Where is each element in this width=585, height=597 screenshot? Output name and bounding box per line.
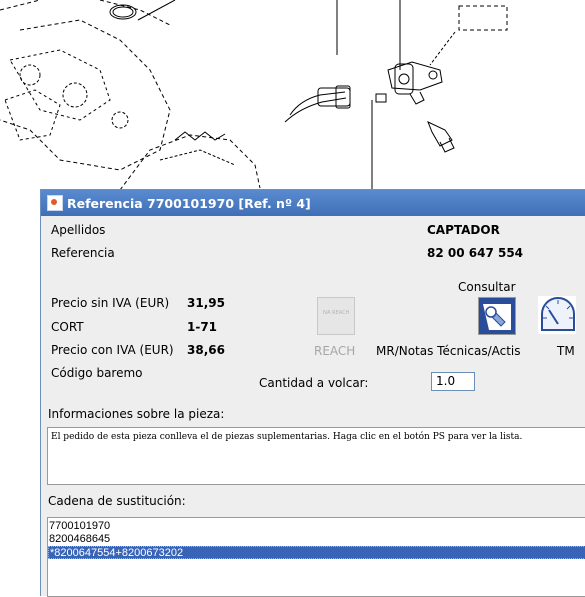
gauge-icon — [538, 296, 576, 334]
mr-notas-button-label: MR/Notas Técnicas/Actis — [376, 344, 521, 358]
dialog-titlebar[interactable]: Referencia 7700101970 [Ref. nº 4] — [41, 190, 585, 216]
app-icon — [47, 195, 63, 211]
reach-button[interactable]: IVA REACH — [317, 297, 355, 335]
consultar-label: Consultar — [458, 280, 516, 294]
chain-list-item-selected[interactable]: *8200647554+8200673202 — [48, 546, 585, 559]
quantity-input[interactable]: 1.0 — [431, 372, 475, 391]
apellidos-value: CAPTADOR — [427, 223, 500, 237]
precio-sin-iva-label: Precio sin IVA (EUR) — [51, 296, 170, 310]
info-label: Informaciones sobre la pieza: — [48, 407, 225, 421]
referencia-label: Referencia — [51, 246, 115, 260]
chain-label: Cadena de sustitución: — [48, 494, 186, 508]
cort-label: CORT — [51, 320, 84, 334]
tm-button[interactable] — [538, 296, 576, 334]
apellidos-label: Apellidos — [51, 223, 106, 237]
cort-value: 1-71 — [187, 320, 218, 334]
referencia-value: 82 00 647 554 — [427, 246, 524, 260]
wrench-icon — [479, 298, 515, 334]
reach-icon: IVA REACH — [322, 310, 350, 316]
dialog-title: Referencia 7700101970 [Ref. nº 4] — [67, 195, 311, 211]
tm-button-label: TM — [557, 344, 575, 358]
precio-sin-iva-value: 31,95 — [187, 296, 225, 310]
mr-notas-button[interactable] — [478, 297, 516, 335]
chain-list-item[interactable]: 7700101970 — [48, 520, 585, 533]
quantity-label: Cantidad a volcar: — [259, 376, 369, 390]
chain-list[interactable]: 7700101970 8200468645 *8200647554+820067… — [47, 517, 585, 597]
precio-con-iva-label: Precio con IVA (EUR) — [51, 343, 174, 357]
info-textarea[interactable]: El pedido de esta pieza conlleva el de p… — [47, 427, 585, 485]
chain-list-item[interactable]: 8200468645 — [48, 533, 585, 546]
codigo-baremo-label: Código baremo — [51, 366, 143, 380]
reference-dialog: Referencia 7700101970 [Ref. nº 4] Apelli… — [40, 189, 585, 597]
reach-button-label: REACH — [314, 344, 356, 358]
precio-con-iva-value: 38,66 — [187, 343, 225, 357]
